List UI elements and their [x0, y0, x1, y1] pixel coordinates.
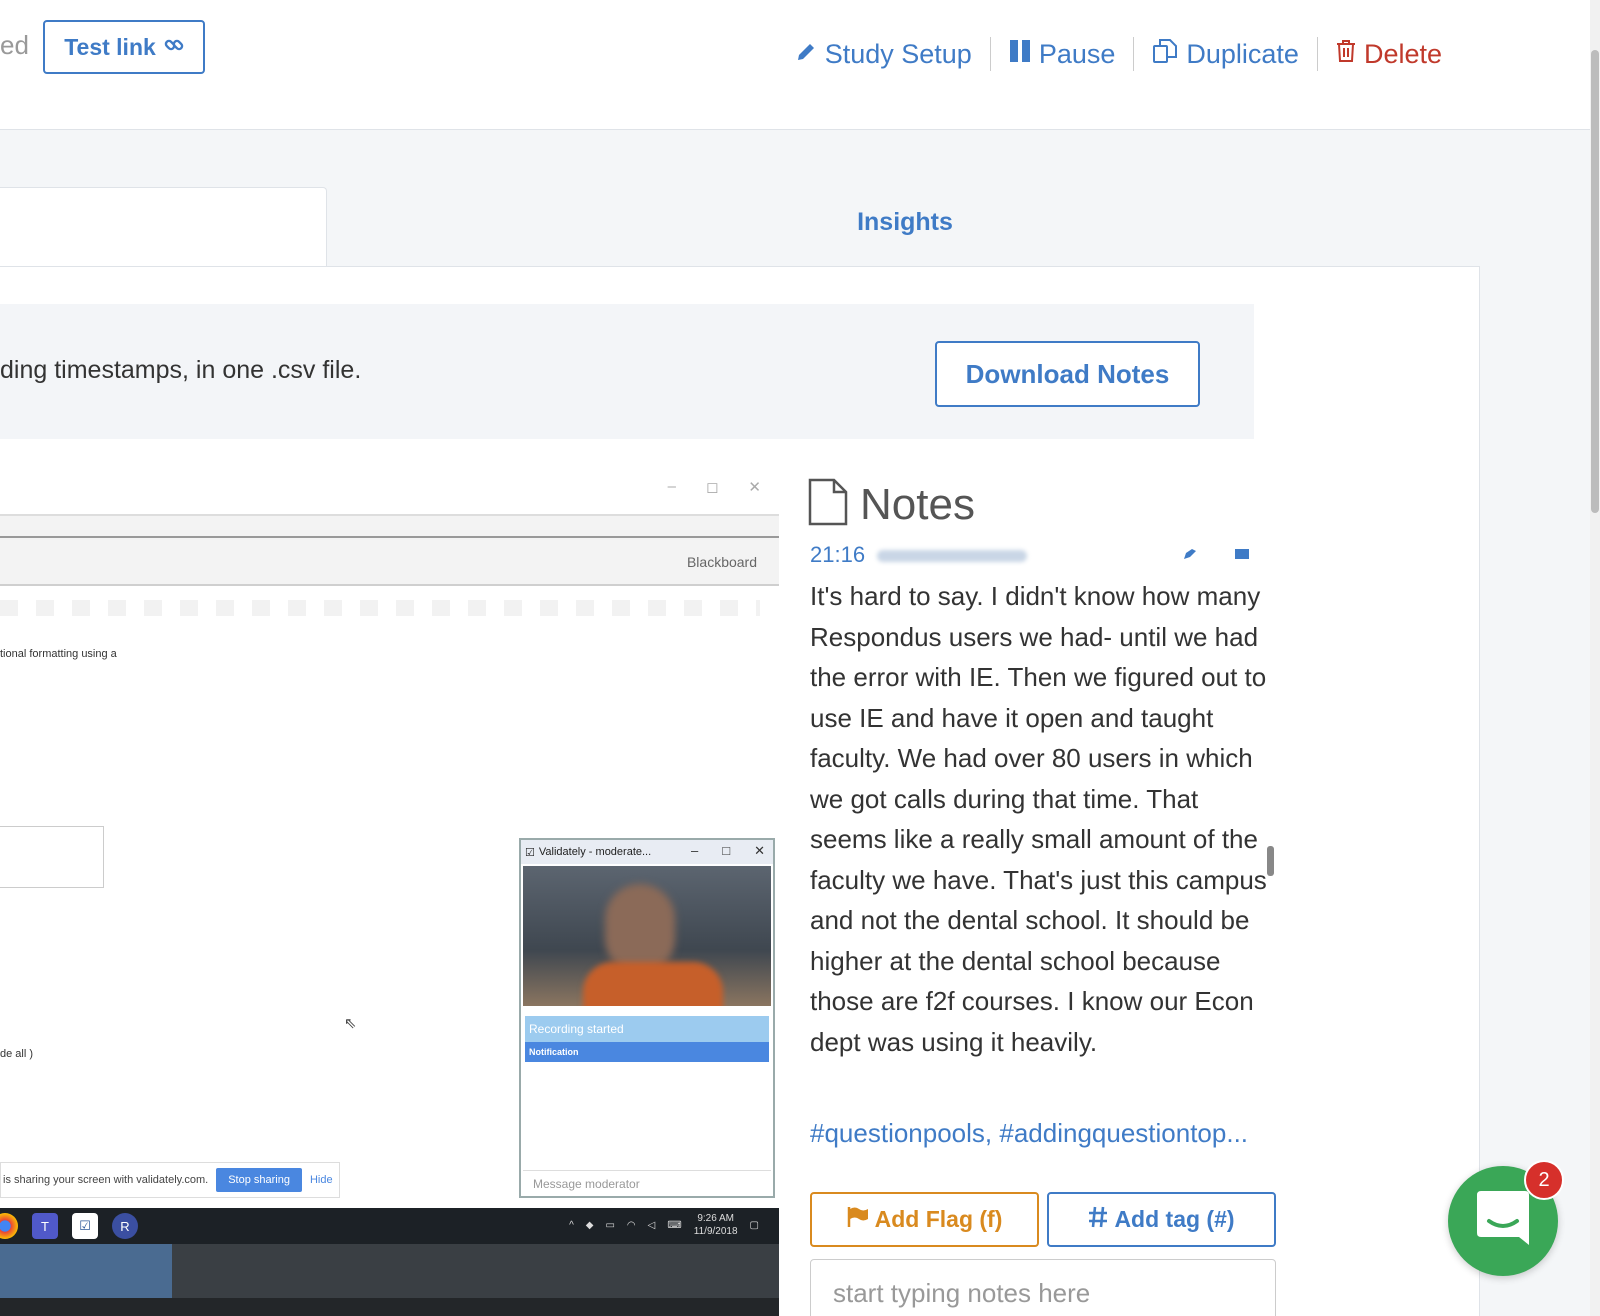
- note-actions: [1182, 546, 1250, 564]
- page-scrollbar-thumb[interactable]: [1591, 50, 1599, 513]
- battery-icon: ▭: [605, 1219, 615, 1231]
- taskbar-date: 11/9/2018: [693, 1226, 738, 1237]
- close-icon: ✕: [754, 843, 765, 858]
- pause-icon: [1009, 39, 1031, 70]
- add-flag-label: Add Flag (f): [874, 1206, 1003, 1232]
- pencil-icon: [795, 39, 817, 70]
- chrome-icon: [0, 1213, 18, 1239]
- participant-face: [605, 884, 675, 974]
- tab-notes-active[interactable]: [0, 187, 327, 267]
- mouse-cursor-icon: ⇖: [344, 1015, 357, 1032]
- recorded-toolbar-row: [0, 600, 760, 616]
- screen-share-bar: is sharing your screen with validately.c…: [0, 1162, 340, 1198]
- chevron-up-icon: ^: [569, 1219, 574, 1231]
- session-video[interactable]: – ◻ ✕ Blackboard tional formatting using…: [0, 470, 779, 1316]
- minimize-icon: –: [691, 843, 699, 858]
- flag-icon: [847, 1206, 869, 1233]
- keyboard-icon: ⌨: [667, 1219, 682, 1231]
- recorded-browser-bar: [0, 516, 779, 586]
- minimize-icon: –: [667, 478, 676, 495]
- note-timestamp[interactable]: 21:16: [810, 544, 865, 566]
- recorded-window-controls: – ◻ ✕: [668, 478, 761, 496]
- hide-link: Hide: [309, 1174, 333, 1186]
- hashtag-icon: [1088, 1206, 1108, 1234]
- dropbox-icon: ◆: [585, 1219, 594, 1231]
- video-progress-fill: [0, 1244, 172, 1298]
- validately-icon: ☑: [72, 1213, 98, 1239]
- notes-title: Notes: [860, 479, 975, 529]
- delete-label: Delete: [1363, 38, 1442, 69]
- trash-icon[interactable]: [1234, 546, 1250, 564]
- maximize-icon: ◻: [705, 479, 719, 496]
- participant-shirt: [583, 962, 723, 1006]
- pause-link[interactable]: Pause: [991, 39, 1134, 70]
- video-controls-bar[interactable]: [0, 1298, 779, 1316]
- study-setup-label: Study Setup: [824, 38, 972, 69]
- moderator-window-title: Validately - moderate...: [538, 846, 652, 858]
- wifi-icon: ◠: [626, 1219, 636, 1231]
- tab-insights[interactable]: Insights: [820, 208, 990, 237]
- maximize-icon: □: [722, 843, 731, 858]
- page-scrollbar[interactable]: [1590, 0, 1600, 1316]
- taskbar-clock: 9:26 AM 11/9/2018: [694, 1212, 738, 1238]
- study-status-text: ed: [0, 30, 29, 60]
- pause-label: Pause: [1038, 38, 1116, 69]
- participant-webcam: [523, 866, 771, 1006]
- download-info-text: ding timestamps, in one .csv file.: [0, 356, 362, 384]
- edit-icon[interactable]: [1182, 546, 1198, 564]
- test-link-button[interactable]: Test link: [43, 20, 205, 74]
- trash-icon: [1336, 39, 1356, 70]
- note-tags[interactable]: #questionpools, #addingquestiontop...: [810, 1116, 1270, 1150]
- r-app-icon: R: [112, 1213, 138, 1239]
- notes-header: Notes: [808, 478, 975, 531]
- recorded-content-text: de all ): [0, 1048, 34, 1060]
- note-author-blurred: [877, 550, 1028, 562]
- message-moderator-input: Message moderator: [523, 1170, 771, 1196]
- recorded-content-text: tional formatting using a: [0, 648, 117, 660]
- moderator-window: ☑ Validately - moderate... – □ ✕ Recordi…: [519, 838, 775, 1198]
- chat-unread-badge: 2: [1524, 1160, 1564, 1200]
- add-tag-label: Add tag (#): [1114, 1206, 1235, 1232]
- new-note-input[interactable]: start typing notes here: [810, 1259, 1276, 1316]
- taskbar-time: 9:26 AM: [697, 1213, 735, 1224]
- notes-scrollbar-thumb[interactable]: [1267, 846, 1274, 876]
- recorded-site-label: Blackboard: [686, 554, 757, 570]
- notification-label: Notification: [525, 1042, 769, 1062]
- share-bar-text: is sharing your screen with validately.c…: [3, 1174, 209, 1186]
- moderator-window-titlebar: ☑ Validately - moderate... – □ ✕: [521, 840, 773, 864]
- link-icon: [164, 34, 184, 61]
- download-notes-button[interactable]: Download Notes: [935, 341, 1200, 407]
- moderator-window-controls: – □ ✕: [691, 843, 765, 859]
- system-tray: ^ ◆ ▭ ◠ ◁ ⌨ 9:26 AM 11/9/2018 ▢: [569, 1212, 759, 1238]
- study-actions: Study Setup Pause Duplicate Delete: [777, 32, 1460, 76]
- notification-center-icon: ▢: [749, 1219, 759, 1231]
- note-meta-row: 21:16: [810, 544, 1280, 566]
- test-link-label: Test link: [64, 33, 156, 60]
- delete-link[interactable]: Delete: [1318, 39, 1460, 70]
- duplicate-link[interactable]: Duplicate: [1134, 38, 1317, 71]
- volume-icon: ◁: [647, 1219, 656, 1231]
- checkbox-icon: ☑: [525, 846, 535, 859]
- browser-bar-line: [0, 536, 779, 538]
- video-progress-bar[interactable]: [0, 1244, 779, 1298]
- recording-status: Recording started: [525, 1016, 769, 1042]
- add-flag-button[interactable]: Add Flag (f): [810, 1192, 1039, 1247]
- note-text: It's hard to say. I didn't know how many…: [810, 581, 1267, 1057]
- close-icon: ✕: [748, 479, 761, 496]
- recorded-window-titlebar: – ◻ ✕: [0, 470, 779, 514]
- recorded-input-box: [0, 826, 104, 888]
- chat-icon: [1475, 1189, 1531, 1254]
- document-icon: [808, 478, 848, 531]
- teams-icon: T: [32, 1213, 58, 1239]
- stop-sharing-button: Stop sharing: [216, 1168, 302, 1192]
- study-setup-link[interactable]: Study Setup: [777, 39, 990, 70]
- add-tag-button[interactable]: Add tag (#): [1047, 1192, 1276, 1247]
- windows-taskbar: T ☑ R ^ ◆ ▭ ◠ ◁ ⌨ 9:26 AM 11/9/2018 ▢: [0, 1208, 779, 1244]
- top-header: ed Test link Study Setup Pause Duplicate: [0, 0, 1590, 130]
- duplicate-icon: [1152, 38, 1178, 71]
- duplicate-label: Duplicate: [1186, 38, 1299, 69]
